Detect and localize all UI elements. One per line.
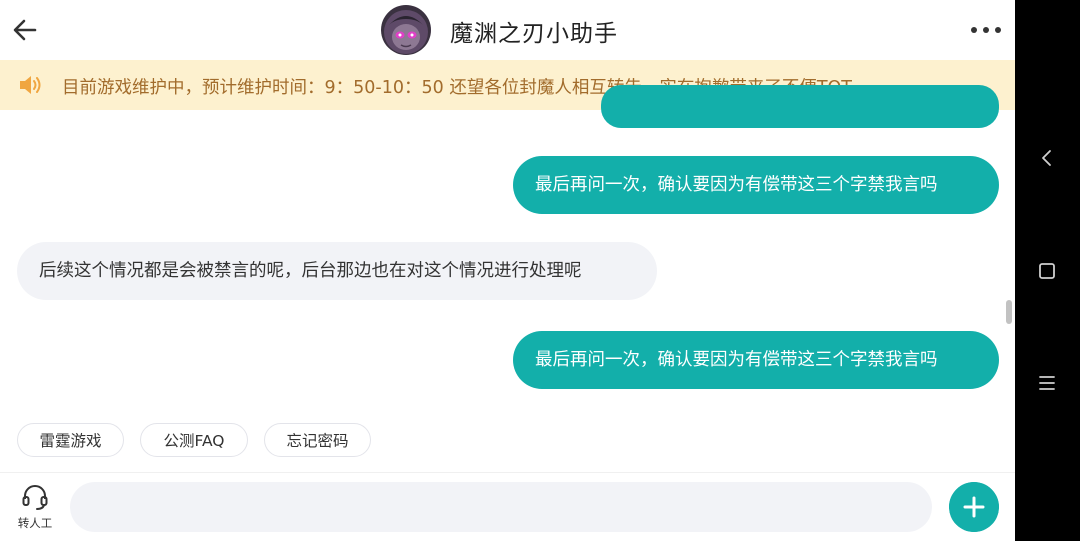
message-bubble-outgoing: 最后再问一次，确认要因为有偿带这三个字禁我言吗 — [513, 331, 999, 389]
input-bar: 转人工 — [0, 473, 1015, 541]
avatar[interactable] — [381, 5, 431, 55]
more-dots-icon[interactable] — [968, 18, 1004, 42]
header-bar: 魔渊之刃小助手 — [0, 0, 1015, 60]
plus-icon[interactable] — [949, 482, 999, 532]
page-title: 魔渊之刃小助手 — [450, 21, 618, 47]
message-bubble-incoming: 后续这个情况都是会被禁言的呢，后台那边也在对这个情况进行处理呢 — [17, 242, 657, 300]
quick-replies: 雷霆游戏 公测FAQ 忘记密码 — [0, 420, 1015, 462]
quick-reply-chip[interactable]: 公测FAQ — [140, 423, 248, 457]
arrow-left-icon[interactable] — [10, 15, 40, 45]
scrollbar-thumb[interactable] — [1006, 300, 1012, 324]
chevron-left-icon[interactable] — [1035, 146, 1059, 170]
transfer-to-agent-button[interactable]: 转人工 — [12, 481, 58, 533]
agent-label: 转人工 — [17, 516, 53, 530]
system-nav-bar — [1015, 0, 1080, 541]
quick-reply-chip[interactable]: 忘记密码 — [264, 423, 371, 457]
message-bubble-outgoing-partial — [601, 85, 999, 128]
message-bubble-outgoing: 最后再问一次，确认要因为有偿带这三个字禁我言吗 — [513, 156, 999, 214]
chat-app: 魔渊之刃小助手 目前游戏维护中，预计维护时间：9：50-10：50 还望各位封魔… — [0, 0, 1015, 541]
headset-icon — [22, 485, 48, 510]
message-input[interactable] — [70, 482, 932, 532]
speaker-icon — [20, 76, 41, 94]
quick-reply-chip[interactable]: 雷霆游戏 — [17, 423, 124, 457]
menu-lines-icon[interactable] — [1035, 371, 1059, 395]
square-icon[interactable] — [1035, 259, 1059, 283]
chat-messages: 最后再问一次，确认要因为有偿带这三个字禁我言吗 后续这个情况都是会被禁言的呢，后… — [0, 85, 1015, 412]
